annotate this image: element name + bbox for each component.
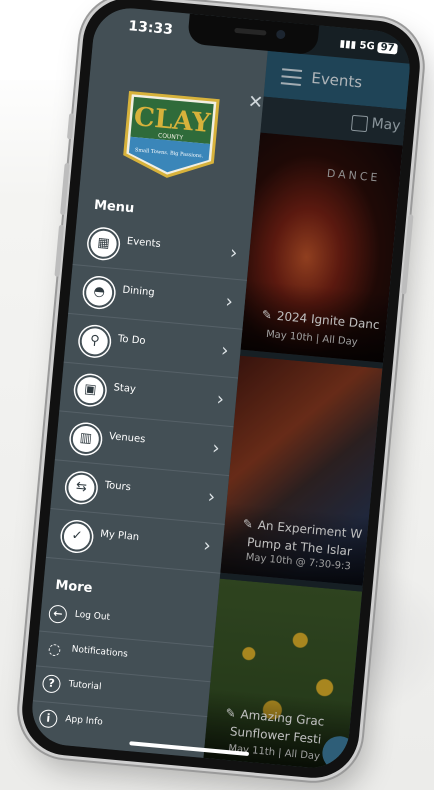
menu-section-label: Menu: [93, 197, 135, 217]
speaker-grille: [234, 27, 267, 36]
chevron-right-icon: ›: [211, 437, 221, 460]
walking-person-icon: ⚲: [78, 325, 112, 358]
luggage-icon: ▣: [73, 373, 107, 407]
clay-county-logo: CLAY COUNTY Small Towns. Big Passions.: [123, 90, 220, 178]
stage: 13:33 ▮▮▮ 5G 97 Events May 1 DANCE ✎ 2024 …: [0, 0, 434, 790]
chevron-right-icon: ›: [229, 242, 239, 264]
building-icon: ▥: [69, 422, 103, 456]
signpost-icon: ⇆: [65, 471, 98, 505]
info-icon: i: [38, 708, 59, 729]
chevron-right-icon: ›: [220, 339, 230, 362]
checkmark-icon: ✓: [60, 520, 94, 553]
chat-bubble-icon: ◌: [47, 639, 62, 659]
front-camera: [275, 29, 286, 40]
back-arrow-icon: ←: [48, 604, 68, 624]
calendar-icon: ▦: [87, 227, 120, 261]
chevron-right-icon: ›: [202, 535, 212, 557]
question-icon: ?: [41, 674, 62, 694]
battery-level: 97: [377, 41, 398, 55]
phone-screen: 13:33 ▮▮▮ 5G 97 Events May 1 DANCE ✎ 2024 …: [29, 5, 413, 771]
chevron-right-icon: ›: [206, 486, 217, 508]
more-section-label: More: [54, 577, 94, 597]
network-type: 5G: [359, 40, 376, 53]
close-icon[interactable]: ✕: [247, 91, 264, 113]
chevron-right-icon: ›: [224, 291, 234, 313]
signal-icon: ▮▮▮: [339, 38, 361, 52]
mute-switch: [66, 113, 75, 140]
phone-device: 13:33 ▮▮▮ 5G 97 Events May 1 DANCE ✎ 2024 …: [18, 0, 424, 782]
cloche-icon: ◓: [82, 276, 116, 309]
chevron-right-icon: ›: [215, 388, 225, 411]
